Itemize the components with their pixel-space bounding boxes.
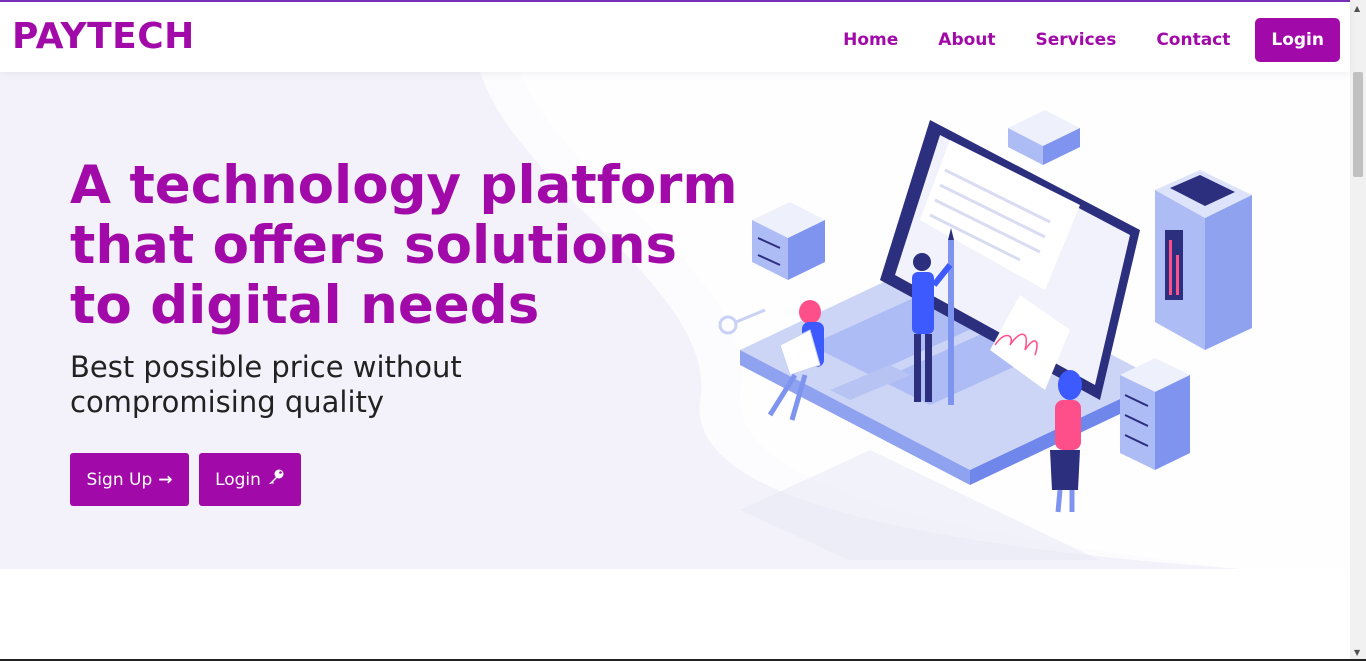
brand-logo[interactable]: PAYTECH: [12, 16, 195, 57]
nav-login-button[interactable]: Login: [1255, 18, 1340, 62]
arrow-right-icon: →: [158, 469, 173, 490]
key-icon: [267, 469, 285, 490]
nav-links: Home About Services Contact Login: [843, 18, 1340, 62]
navbar: PAYTECH Home About Services Contact Logi…: [0, 2, 1350, 72]
page-scrollbar[interactable]: ▲ ▼: [1350, 0, 1366, 661]
scroll-up-icon[interactable]: ▲: [1354, 4, 1360, 13]
hero-illustration: [718, 110, 1252, 560]
hero-headline: A technology platform that offers soluti…: [70, 155, 738, 336]
signup-label: Sign Up: [86, 469, 153, 490]
scrollbar-thumb[interactable]: [1353, 72, 1363, 177]
nav-services-link[interactable]: Services: [1036, 30, 1117, 50]
hero-login-button[interactable]: Login: [199, 453, 301, 506]
signup-button[interactable]: Sign Up →: [70, 453, 189, 506]
scroll-down-icon[interactable]: ▼: [1354, 648, 1360, 657]
hero-subheadline: Best possible price without compromising…: [70, 350, 462, 419]
nav-home-link[interactable]: Home: [843, 30, 898, 50]
nav-about-link[interactable]: About: [938, 30, 995, 50]
hero-login-label: Login: [215, 469, 261, 490]
nav-contact-link[interactable]: Contact: [1156, 30, 1230, 50]
